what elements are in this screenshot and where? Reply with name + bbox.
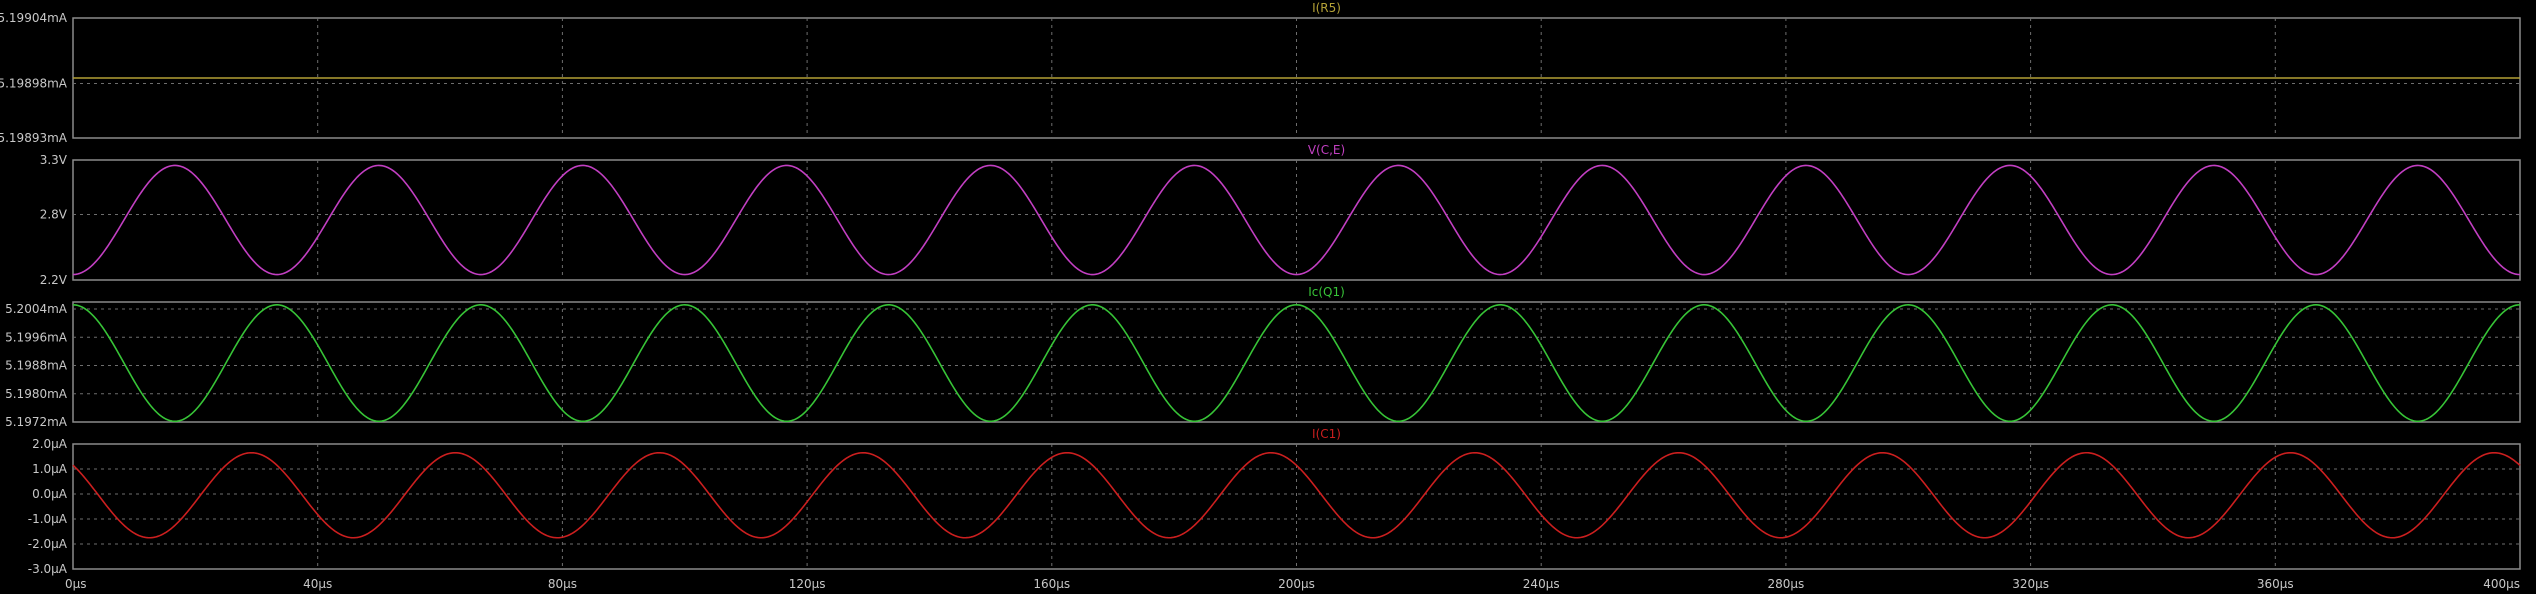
waveform-viewer: 5.19904mA 5.19898mA 5.19893mA I(R5) 3.3V 2.8V…: [0, 1, 2521, 591]
pane-2: 3.3V 2.8V 2.2V V(C,E): [40, 143, 2521, 287]
x-tick-label: 0µs: [65, 577, 87, 591]
y-tick-label: -3.0µA: [28, 562, 68, 576]
pane-1: 5.19904mA 5.19898mA 5.19893mA I(R5): [0, 1, 2521, 145]
x-tick-label: 400µs: [2483, 577, 2520, 591]
y-tick-label: 5.19898mA: [0, 76, 68, 90]
y-tick-label: 2.2V: [40, 273, 68, 287]
y-tick-label: 5.1972mA: [5, 415, 68, 429]
y-tick-label: 5.19893mA: [0, 131, 68, 145]
x-tick-label: 120µs: [789, 577, 826, 591]
y-tick-label: 5.1980mA: [5, 387, 68, 401]
x-tick-label: 80µs: [548, 577, 577, 591]
x-tick-label: 200µs: [1278, 577, 1315, 591]
x-tick-label: 280µs: [1768, 577, 1805, 591]
x-tick-label: 320µs: [2012, 577, 2049, 591]
x-tick-label: 160µs: [1033, 577, 1070, 591]
y-tick-label: 5.1996mA: [5, 330, 68, 344]
y-tick-label: -2.0µA: [28, 537, 68, 551]
y-tick-label: -1.0µA: [28, 512, 68, 526]
trace-title[interactable]: Ic(Q1): [1308, 285, 1345, 299]
x-tick-label: 40µs: [303, 577, 332, 591]
pane-3: 5.2004mA 5.1996mA 5.1988mA 5.1980mA 5.1972mA…: [5, 285, 2521, 429]
y-tick-label: 0.0µA: [32, 487, 68, 501]
x-tick-label: 240µs: [1523, 577, 1560, 591]
x-axis: 0µs 40µs 80µs 120µs 160µs 200µs 240µs 280µs 320µ…: [65, 577, 2520, 591]
trace-title[interactable]: I(C1): [1312, 427, 1341, 441]
y-tick-label: 2.0µA: [32, 437, 68, 451]
pane-4: 2.0µA 1.0µA 0.0µA -1.0µA -2.0µA -3.0µA I(C1): [28, 427, 2521, 576]
pane-frame: [72, 159, 2521, 281]
pane-frame: [72, 301, 2521, 423]
y-tick-label: 5.1988mA: [5, 359, 68, 373]
y-tick-label: 5.2004mA: [5, 302, 68, 316]
x-tick-label: 360µs: [2257, 577, 2294, 591]
y-tick-label: 2.8V: [40, 208, 68, 222]
trace-title[interactable]: I(R5): [1312, 1, 1341, 15]
y-tick-label: 1.0µA: [32, 462, 68, 476]
trace-title[interactable]: V(C,E): [1308, 143, 1345, 157]
y-tick-label: 5.19904mA: [0, 11, 68, 25]
y-tick-label: 3.3V: [40, 153, 68, 167]
